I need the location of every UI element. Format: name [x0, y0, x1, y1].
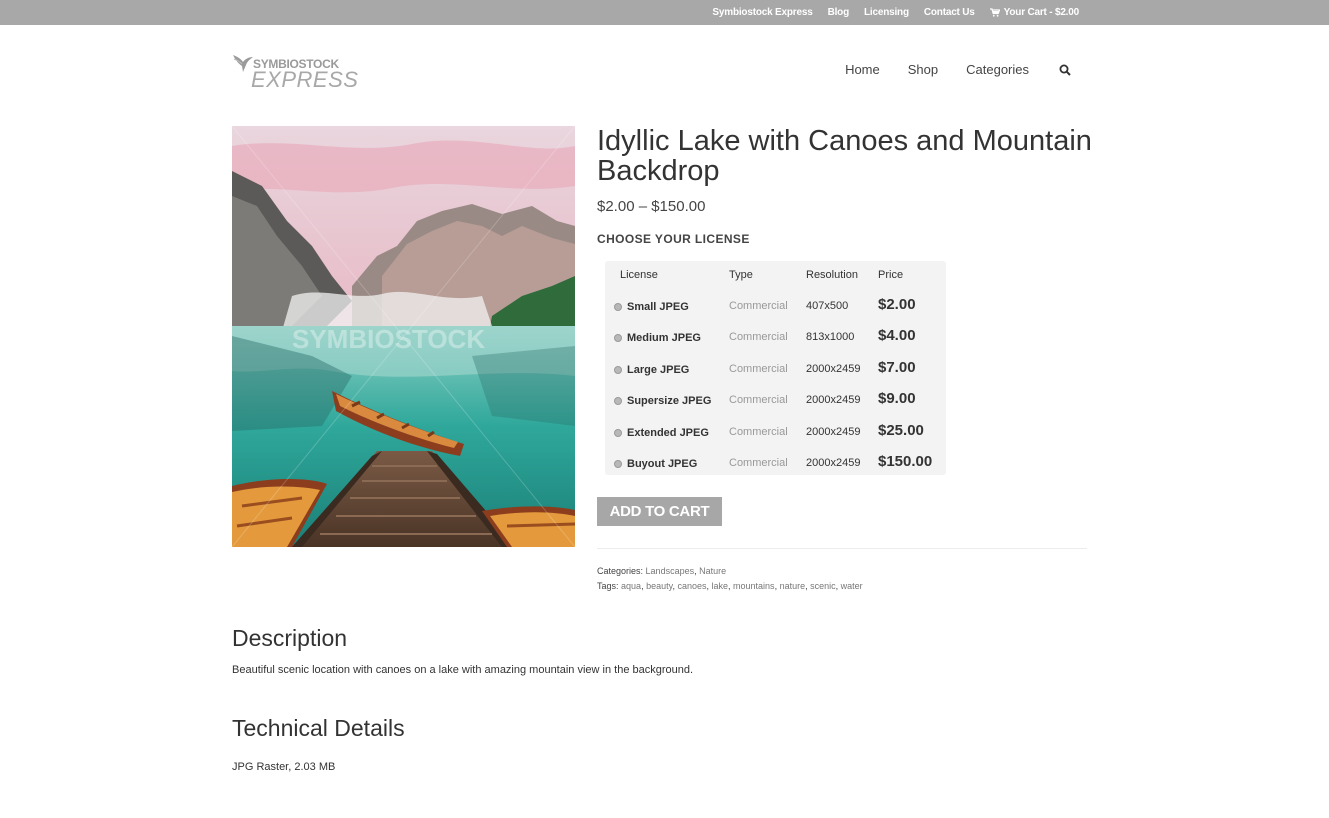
lake-canoes-photo: SYMBIOSTOCK	[232, 126, 575, 547]
cart-total: Your Cart - $2.00	[1003, 7, 1080, 18]
license-heading: CHOOSE YOUR LICENSE	[597, 232, 750, 246]
column-header-type: Type	[729, 269, 753, 281]
topbar-link-symbiostock-express[interactable]: Symbiostock Express	[712, 7, 812, 18]
nav-categories[interactable]: Categories	[966, 62, 1029, 77]
license-type: Commercial	[729, 331, 788, 343]
tag-link[interactable]: water	[841, 581, 863, 591]
license-type: Commercial	[729, 426, 788, 438]
license-name: Medium JPEG	[627, 332, 701, 344]
license-name: Supersize JPEG	[627, 395, 712, 407]
tags-label: Tags:	[597, 581, 619, 591]
categories-label: Categories:	[597, 566, 644, 576]
tag-link[interactable]: nature	[780, 581, 806, 591]
search-icon[interactable]	[1059, 64, 1071, 76]
license-radio[interactable]	[614, 429, 622, 437]
license-radio[interactable]	[614, 303, 622, 311]
description-heading: Description	[232, 625, 348, 651]
license-row[interactable]: Medium JPEG Commercial 813x1000 $4.00	[605, 326, 946, 356]
license-type: Commercial	[729, 394, 788, 406]
license-type: Commercial	[729, 363, 788, 375]
license-row[interactable]: Buyout JPEG Commercial 2000x2459 $150.00	[605, 452, 946, 482]
license-resolution: 2000x2459	[806, 457, 861, 469]
license-price: $9.00	[878, 390, 916, 407]
tag-link[interactable]: scenic	[810, 581, 836, 591]
column-header-price: Price	[878, 269, 904, 281]
product-image[interactable]: SYMBIOSTOCK	[232, 126, 575, 547]
license-row[interactable]: Small JPEG Commercial 407x500 $2.00	[605, 295, 946, 325]
product-tags: Tags: aqua, beauty, canoes, lake, mounta…	[597, 581, 863, 591]
tag-link[interactable]: mountains	[733, 581, 775, 591]
site-logo[interactable]: SYMBIOSTOCK EXPRESS	[232, 52, 358, 92]
topbar-cart-link[interactable]: Your Cart - $2.00	[989, 7, 1080, 18]
main-navigation: Home Shop Categories	[817, 62, 1071, 77]
license-price: $150.00	[878, 453, 933, 470]
license-name: Buyout JPEG	[627, 458, 698, 470]
column-header-resolution: Resolution	[806, 269, 858, 281]
divider	[597, 548, 1087, 549]
license-resolution: 813x1000	[806, 331, 855, 343]
description-text: Beautiful scenic location with canoes on…	[232, 664, 694, 676]
license-name: Large JPEG	[627, 364, 690, 376]
category-link[interactable]: Nature	[699, 566, 726, 576]
top-bar-links: Symbiostock Express Blog Licensing Conta…	[712, 0, 1079, 25]
license-resolution: 2000x2459	[806, 363, 861, 375]
product-title: Idyllic Lake with Canoes and Mountain Ba…	[597, 125, 1092, 187]
license-table: License Type Resolution Price Small JPEG…	[605, 261, 946, 475]
license-type: Commercial	[729, 457, 788, 469]
license-radio[interactable]	[614, 366, 622, 374]
license-price: $25.00	[878, 422, 924, 439]
license-row[interactable]: Large JPEG Commercial 2000x2459 $7.00	[605, 358, 946, 388]
category-link[interactable]: Landscapes	[646, 566, 695, 576]
nav-shop[interactable]: Shop	[908, 62, 938, 77]
topbar-link-licensing[interactable]: Licensing	[864, 7, 909, 18]
top-bar: Symbiostock Express Blog Licensing Conta…	[0, 0, 1329, 25]
add-to-cart-button[interactable]: ADD TO CART	[597, 497, 722, 526]
tag-link[interactable]: aqua	[621, 581, 641, 591]
license-price: $4.00	[878, 327, 916, 344]
license-resolution: 2000x2459	[806, 426, 861, 438]
license-row[interactable]: Extended JPEG Commercial 2000x2459 $25.0…	[605, 421, 946, 451]
tag-link[interactable]: canoes	[677, 581, 706, 591]
topbar-link-contact-us[interactable]: Contact Us	[924, 7, 975, 18]
technical-details-heading: Technical Details	[232, 715, 405, 741]
technical-details-text: JPG Raster, 2.03 MB	[232, 761, 336, 773]
topbar-link-blog[interactable]: Blog	[828, 7, 850, 18]
product-categories: Categories: Landscapes, Nature	[597, 566, 727, 576]
license-radio[interactable]	[614, 460, 622, 468]
price-range: $2.00 – $150.00	[597, 198, 706, 215]
tag-link[interactable]: beauty	[646, 581, 672, 591]
license-price: $2.00	[878, 296, 916, 313]
license-resolution: 407x500	[806, 300, 849, 312]
license-name: Small JPEG	[627, 301, 689, 313]
license-name: Extended JPEG	[627, 427, 709, 439]
cart-icon	[989, 8, 1000, 17]
license-type: Commercial	[729, 300, 788, 312]
license-resolution: 2000x2459	[806, 394, 861, 406]
license-row[interactable]: Supersize JPEG Commercial 2000x2459 $9.0…	[605, 389, 946, 419]
image-watermark: SYMBIOSTOCK	[292, 324, 485, 354]
column-header-license: License	[620, 269, 658, 281]
tag-link[interactable]: lake	[712, 581, 729, 591]
license-radio[interactable]	[614, 397, 622, 405]
logo-text-bottom: EXPRESS	[251, 67, 359, 92]
nav-home[interactable]: Home	[845, 62, 880, 77]
license-radio[interactable]	[614, 334, 622, 342]
license-price: $7.00	[878, 359, 916, 376]
